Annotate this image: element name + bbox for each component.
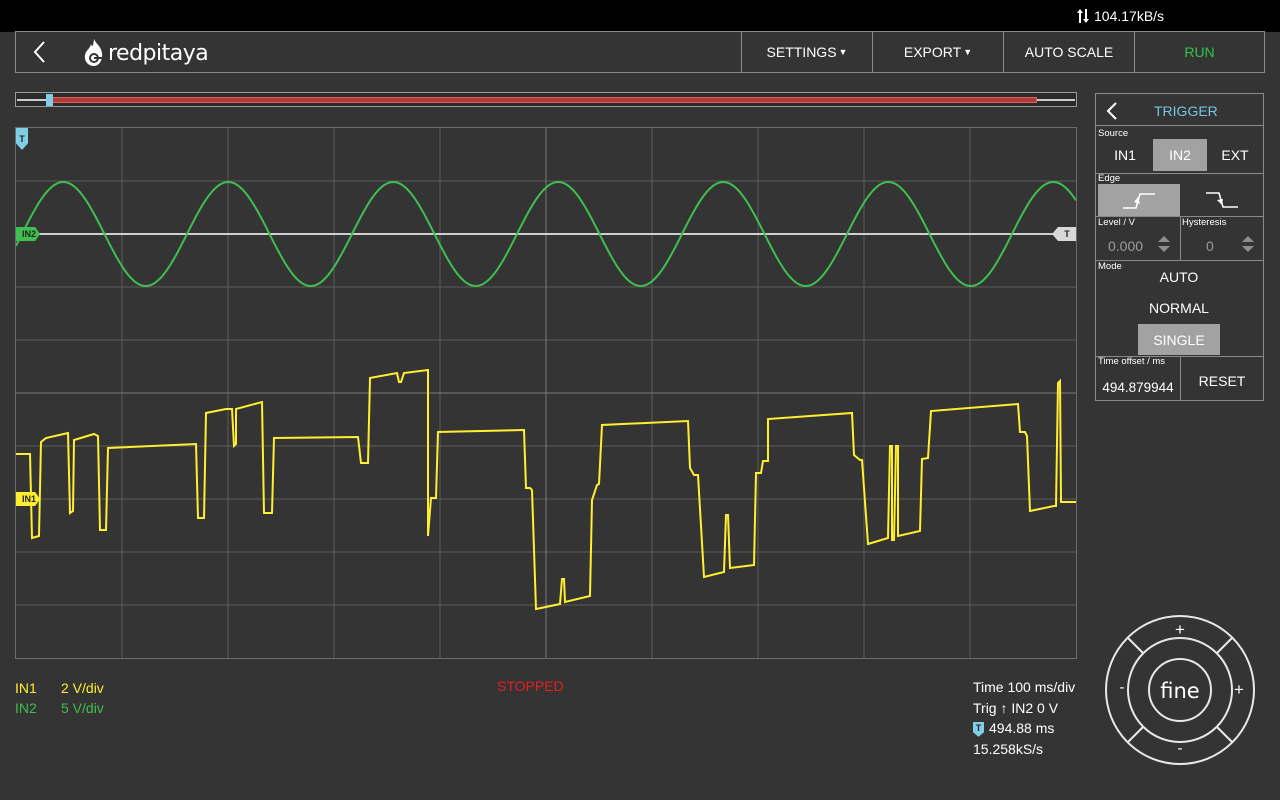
mode-normal-button[interactable]: NORMAL — [1138, 294, 1220, 322]
toolbar-buttons: SETTINGS ▼ EXPORT ▼ AUTO SCALE RUN — [741, 32, 1264, 72]
settings-label: SETTINGS — [766, 44, 837, 60]
logo-text: redpitaya — [108, 40, 209, 66]
time-offset-text: 494.88 ms — [989, 720, 1055, 736]
chevron-left-icon — [1106, 102, 1117, 120]
time-offset-reset-button[interactable]: RESET — [1182, 362, 1262, 400]
source-in2-button[interactable]: IN2 — [1153, 139, 1207, 171]
falling-edge-button[interactable] — [1182, 184, 1262, 216]
jog-right-plus[interactable]: + — [1231, 680, 1247, 700]
jog-fine-button[interactable]: fine — [1157, 676, 1203, 706]
export-label: EXPORT — [903, 44, 962, 60]
top-toolbar: redpitaya SETTINGS ▼ EXPORT ▼ AUTO SCALE R… — [15, 31, 1265, 73]
panel-back-button[interactable] — [1100, 99, 1124, 123]
hysteresis-spinner-icon[interactable] — [1241, 235, 1255, 253]
level-value[interactable]: 0.000 — [1108, 238, 1143, 254]
acquisition-status: STOPPED — [497, 678, 564, 694]
buffer-view-window[interactable] — [51, 97, 1037, 103]
time-offset-label: Time offset / ms — [1098, 356, 1166, 367]
waveform-plot[interactable]: T IN2 IN1 T — [15, 127, 1077, 659]
caret-down-icon: ▼ — [838, 47, 848, 57]
trigger-panel: TRIGGER Source IN1 IN2 EXT Edge Level / … — [1095, 93, 1264, 401]
waveform-canvas — [16, 128, 1076, 658]
in2-scale: 5 V/div — [61, 700, 104, 716]
oscilloscope-app: 104.17kB/s redpitaya SETTINGS▼ EXPORT▼ — [0, 0, 1280, 800]
jog-left-minus[interactable]: - — [1115, 679, 1129, 696]
divider — [1180, 217, 1181, 260]
channel-names: IN1 IN2 — [15, 678, 37, 718]
settings-menu-button[interactable]: SETTINGS ▼ — [741, 32, 872, 72]
trigger-level-marker-label: T — [1064, 229, 1070, 239]
in1-name[interactable]: IN1 — [15, 678, 37, 698]
trigger-panel-title: TRIGGER — [1154, 103, 1218, 119]
time-info: Time 100 ms/div Trig ↑ IN2 0 V T 494.88 m… — [973, 677, 1075, 759]
grid-center-axes — [16, 128, 1076, 658]
auto-scale-label: AUTO SCALE — [1024, 44, 1114, 60]
time-offset-info: T 494.88 ms — [973, 718, 1075, 739]
edge-label: Edge — [1098, 173, 1121, 184]
in1-offset-marker[interactable]: IN1 — [16, 492, 40, 506]
in1-scale: 2 V/div — [61, 680, 104, 696]
level-spinner-icon[interactable] — [1157, 235, 1171, 253]
hysteresis-label: Hysteresis — [1182, 217, 1227, 228]
redpitaya-logo: redpitaya — [82, 38, 209, 68]
in2-name[interactable]: IN2 — [15, 698, 37, 718]
flame-logo-icon — [84, 39, 103, 66]
run-label: RUN — [1184, 44, 1215, 60]
channel-scales: 2 V/div 5 V/div — [61, 678, 104, 718]
run-button[interactable]: RUN — [1134, 32, 1264, 72]
in2-offset-marker-label: IN2 — [21, 229, 36, 239]
timebase-text: Time 100 ms/div — [973, 679, 1076, 695]
hysteresis-value[interactable]: 0 — [1206, 238, 1214, 254]
status-bar: 104.17kB/s — [0, 0, 1280, 32]
jog-down-minus[interactable]: - — [1173, 740, 1187, 757]
auto-scale-button[interactable]: AUTO SCALE — [1003, 32, 1134, 72]
falling-edge-icon — [1206, 192, 1238, 208]
buffer-trigger-cursor[interactable] — [46, 94, 53, 106]
back-button[interactable] — [16, 32, 64, 72]
time-offset-value[interactable]: 494.879944 — [1098, 376, 1178, 398]
network-arrows-icon — [1077, 9, 1089, 23]
in1-offset-marker-label: IN1 — [21, 494, 36, 504]
chevron-left-icon — [33, 41, 45, 63]
source-in1-button[interactable]: IN1 — [1098, 139, 1152, 171]
network-rate-text: 104.17kB/s — [1094, 8, 1165, 24]
jog-up-plus[interactable]: + — [1172, 620, 1188, 640]
level-label: Level / V — [1098, 217, 1135, 228]
in2-offset-marker[interactable]: IN2 — [16, 227, 40, 241]
divider — [1096, 173, 1263, 174]
trigger-panel-header: TRIGGER — [1096, 94, 1263, 126]
source-ext-button[interactable]: EXT — [1208, 139, 1262, 171]
export-menu-button[interactable]: EXPORT ▼ — [872, 32, 1003, 72]
rising-edge-button[interactable] — [1098, 184, 1180, 216]
sample-rate-text: 15.258kS/s — [973, 740, 1044, 757]
divider — [1180, 356, 1181, 400]
trigger-info-text: Trig ↑ IN2 0 V — [973, 699, 1059, 716]
mode-single-button[interactable]: SINGLE — [1138, 324, 1220, 355]
mode-label: Mode — [1098, 261, 1122, 272]
buffer-position-bar[interactable] — [15, 92, 1077, 107]
source-label: Source — [1098, 128, 1129, 139]
rising-edge-icon — [1123, 193, 1155, 209]
network-rate: 104.17kB/s — [1076, 8, 1164, 24]
mode-auto-button[interactable]: AUTO — [1138, 263, 1220, 291]
caret-down-icon: ▼ — [963, 47, 973, 57]
trigger-time-marker-label: T — [19, 134, 25, 144]
trigger-marker-icon: T — [973, 721, 984, 737]
